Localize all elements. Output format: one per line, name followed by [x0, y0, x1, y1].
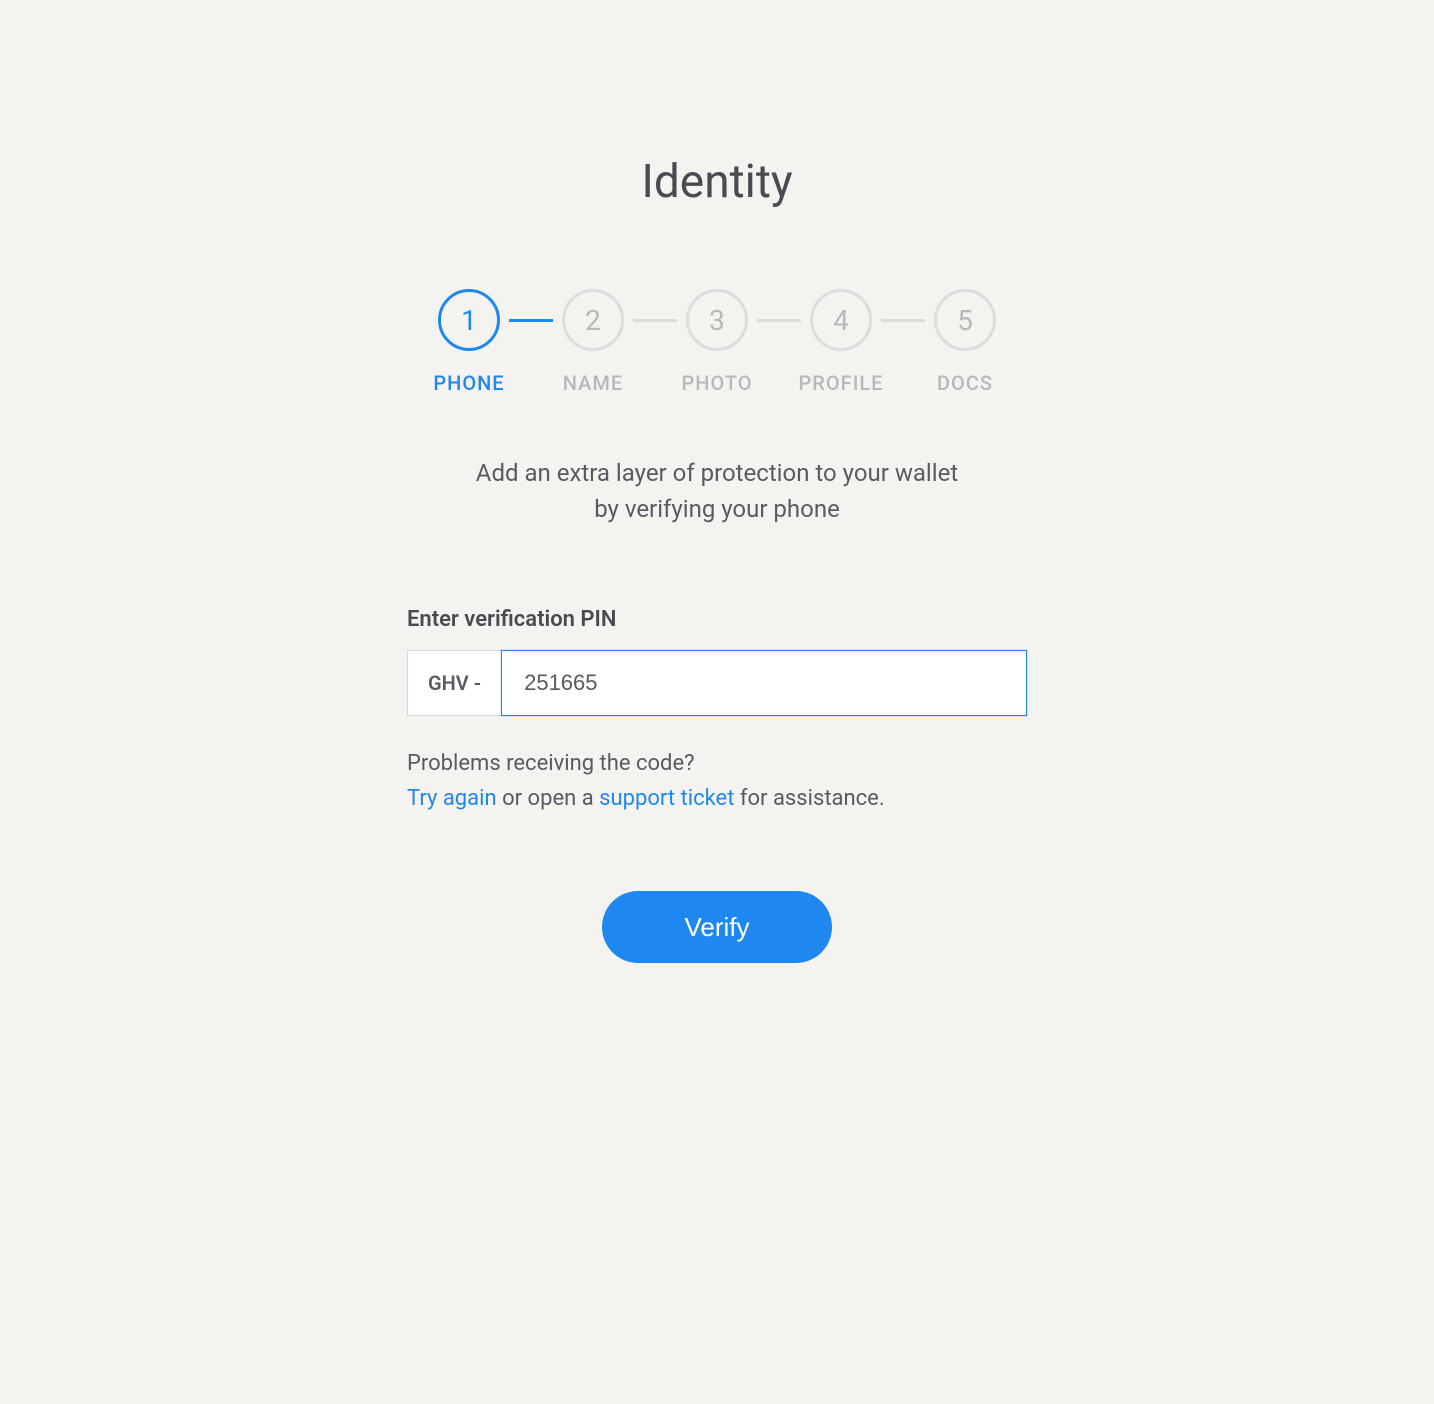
step-circle-5: 5 [934, 289, 996, 351]
step-phone: 1 PHONE [429, 289, 509, 395]
pin-input[interactable] [501, 650, 1027, 716]
help-end-text: for assistance. [734, 786, 884, 811]
pin-input-label: Enter verification PIN [407, 607, 1027, 632]
verify-button[interactable]: Verify [602, 891, 832, 963]
step-label-name: NAME [563, 371, 623, 395]
step-circle-1: 1 [438, 289, 500, 351]
step-connector-3 [757, 319, 801, 322]
step-description: Add an extra layer of protection to your… [467, 455, 967, 527]
verification-container: Identity 1 PHONE 2 NAME 3 PHOTO 4 PROFIL… [407, 155, 1027, 963]
step-circle-4: 4 [810, 289, 872, 351]
try-again-link[interactable]: Try again [407, 786, 497, 811]
step-circle-2: 2 [562, 289, 624, 351]
step-label-phone: PHONE [433, 371, 504, 395]
pin-prefix: GHV - [407, 650, 501, 716]
help-text: Problems receiving the code? Try again o… [407, 746, 1027, 816]
step-profile: 4 PROFILE [801, 289, 881, 395]
step-docs: 5 DOCS [925, 289, 1005, 395]
step-connector-4 [881, 319, 925, 322]
pin-form: Enter verification PIN GHV - Problems re… [407, 607, 1027, 963]
step-connector-2 [633, 319, 677, 322]
help-mid-text: or open a [497, 786, 600, 811]
step-circle-3: 3 [686, 289, 748, 351]
step-photo: 3 PHOTO [677, 289, 757, 395]
help-line: Try again or open a support ticket for a… [407, 781, 1027, 816]
step-label-docs: DOCS [937, 371, 993, 395]
step-label-photo: PHOTO [682, 371, 753, 395]
page-title: Identity [641, 155, 792, 209]
progress-stepper: 1 PHONE 2 NAME 3 PHOTO 4 PROFILE 5 DOCS [429, 289, 1005, 395]
pin-input-group: GHV - [407, 650, 1027, 716]
support-ticket-link[interactable]: support ticket [599, 786, 734, 811]
help-question: Problems receiving the code? [407, 746, 1027, 781]
step-label-profile: PROFILE [799, 371, 884, 395]
step-name: 2 NAME [553, 289, 633, 395]
step-connector-1 [509, 319, 553, 322]
